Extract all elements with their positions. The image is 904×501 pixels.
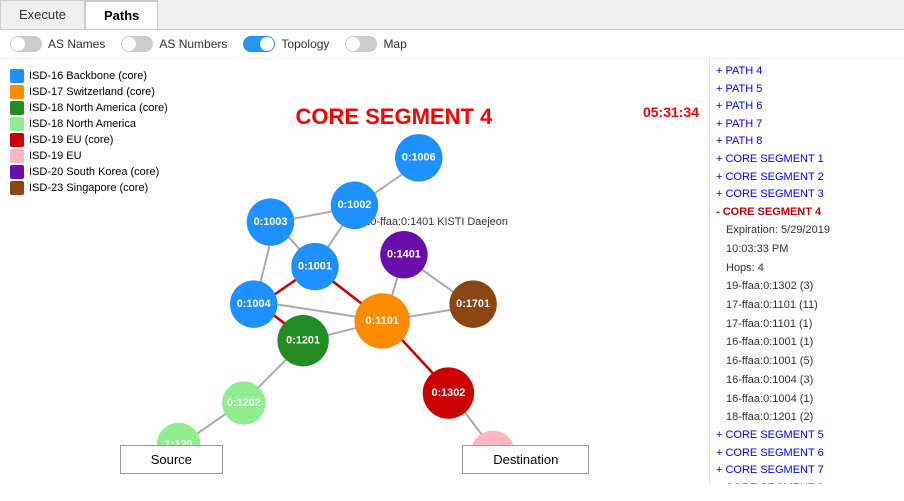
toggle-map[interactable]: Map <box>345 36 406 52</box>
sidebar-item-path8[interactable]: + PATH 8 <box>716 133 898 151</box>
topology-label: Topology <box>281 37 329 51</box>
detail-hops: Hops: 4 <box>726 259 898 278</box>
node-1201[interactable] <box>277 315 328 366</box>
network-graph: 20-ffaa:0:1401 KISTI Daejeon 0:1006 0:10… <box>0 59 709 484</box>
as-numbers-label: AS Numbers <box>159 37 227 51</box>
node-1202[interactable] <box>222 381 265 424</box>
toggle-as-numbers[interactable]: AS Numbers <box>121 36 227 52</box>
sidebar-item-cs3[interactable]: + CORE SEGMENT 3 <box>716 186 898 204</box>
sidebar-item-path5[interactable]: + PATH 5 <box>716 81 898 99</box>
toggle-knob4 <box>346 37 360 51</box>
node-1004[interactable] <box>230 280 277 327</box>
sidebar-item-cs8[interactable]: + CORE SEGMENT 8 <box>716 480 898 484</box>
destination-button[interactable]: Destination <box>462 445 589 474</box>
node-1701[interactable] <box>449 280 496 327</box>
node-1006[interactable] <box>395 134 442 181</box>
map-label: Map <box>383 37 406 51</box>
toggle-topology[interactable]: Topology <box>243 36 329 52</box>
sidebar-item-path7[interactable]: + PATH 7 <box>716 116 898 134</box>
segment4-details: Expiration: 5/29/2019 10:03:33 PM Hops: … <box>716 221 898 427</box>
toggle-knob <box>11 37 25 51</box>
toggle-knob2 <box>122 37 136 51</box>
node-1001[interactable] <box>291 243 338 290</box>
detail-hop-2: 17-ffaa:0:1101 (11) <box>726 296 898 315</box>
toggle-as-names[interactable]: AS Names <box>10 36 105 52</box>
sidebar-item-cs6[interactable]: + CORE SEGMENT 6 <box>716 445 898 463</box>
source-dest-bar: Source Destination <box>0 445 709 474</box>
detail-hop-5: 16-ffaa:0:1001 (5) <box>726 352 898 371</box>
sidebar-item-cs2[interactable]: + CORE SEGMENT 2 <box>716 169 898 187</box>
sidebar-item-path4[interactable]: + PATH 4 <box>716 63 898 81</box>
detail-hop-8: 18-ffaa:0:1201 (2) <box>726 408 898 427</box>
source-button[interactable]: Source <box>120 445 223 474</box>
as-numbers-toggle[interactable] <box>121 36 153 52</box>
detail-expiration-label: Expiration: 5/29/2019 <box>726 221 898 240</box>
sidebar-item-cs1[interactable]: + CORE SEGMENT 1 <box>716 151 898 169</box>
as-names-toggle[interactable] <box>10 36 42 52</box>
tab-paths[interactable]: Paths <box>85 0 158 29</box>
toggle-knob3 <box>260 37 274 51</box>
sidebar-item-path6[interactable]: + PATH 6 <box>716 98 898 116</box>
sidebar-item-cs4[interactable]: - CORE SEGMENT 4 <box>716 204 898 222</box>
detail-hop-3: 17-ffaa:0:1101 (1) <box>726 315 898 334</box>
topology-toggle[interactable] <box>243 36 275 52</box>
detail-hop-1: 19-ffaa:0:1302 (3) <box>726 277 898 296</box>
toolbar: AS Names AS Numbers Topology Map <box>0 30 904 59</box>
right-panel: + PATH 4 + PATH 5 + PATH 6 + PATH 7 + PA… <box>709 59 904 484</box>
as-names-label: AS Names <box>48 37 105 51</box>
tab-execute[interactable]: Execute <box>0 0 85 29</box>
network-panel: ISD-16 Backbone (core) ISD-17 Switzerlan… <box>0 59 709 484</box>
node-1101[interactable] <box>355 293 410 348</box>
tab-bar: Execute Paths <box>0 0 904 30</box>
main-content: ISD-16 Backbone (core) ISD-17 Switzerlan… <box>0 59 904 484</box>
sidebar-item-cs7[interactable]: + CORE SEGMENT 7 <box>716 462 898 480</box>
node-1302[interactable] <box>423 367 474 418</box>
map-toggle[interactable] <box>345 36 377 52</box>
node-tooltip: 20-ffaa:0:1401 KISTI Daejeon <box>364 216 507 228</box>
node-1002[interactable] <box>331 182 378 229</box>
node-1401[interactable] <box>380 231 427 278</box>
detail-expiration-time: 10:03:33 PM <box>726 240 898 259</box>
detail-hop-7: 16-ffaa:0:1004 (1) <box>726 390 898 409</box>
detail-hop-6: 16-ffaa:0:1004 (3) <box>726 371 898 390</box>
sidebar-item-cs5[interactable]: + CORE SEGMENT 5 <box>716 427 898 445</box>
detail-hop-4: 16-ffaa:0:1001 (1) <box>726 333 898 352</box>
node-1003[interactable] <box>247 198 294 245</box>
